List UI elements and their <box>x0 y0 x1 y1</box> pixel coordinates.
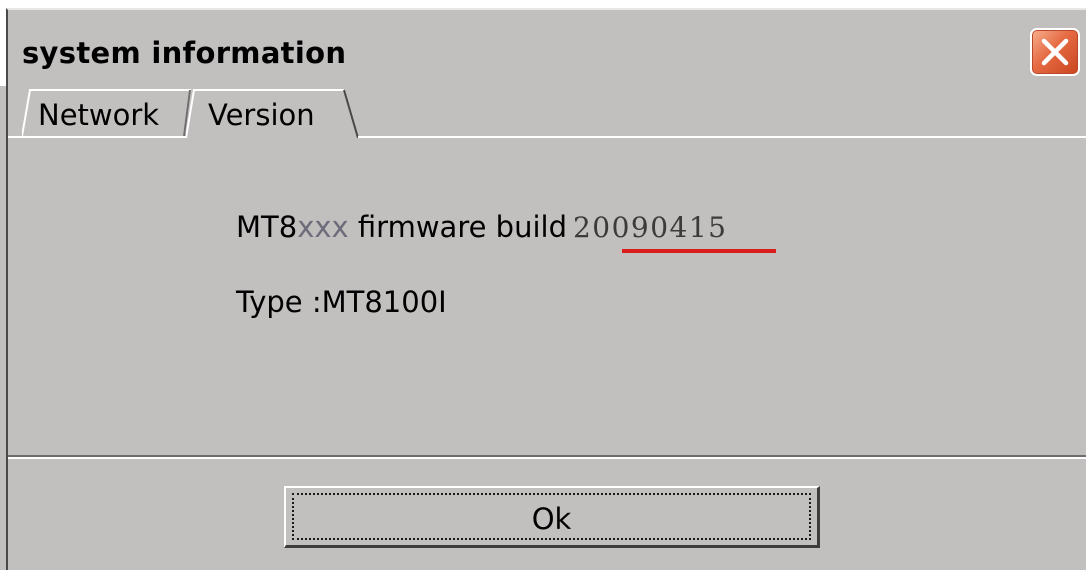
panel-border-top-right <box>358 136 1086 138</box>
firmware-prefix: MT8 <box>236 210 298 244</box>
firmware-model-suffix: xxx <box>297 210 349 244</box>
close-icon <box>1041 38 1069 66</box>
build-number-highlight-underline <box>622 249 776 253</box>
type-label: Type : <box>236 285 322 319</box>
tab-version-label: Version <box>208 98 315 132</box>
panel-border-bottom-highlight <box>8 457 1086 459</box>
tab-version[interactable]: Version <box>186 86 362 138</box>
build-number: 20090415 <box>572 211 728 244</box>
close-button[interactable] <box>1030 28 1080 76</box>
firmware-build-line: MT8xxx firmware build 20090415 <box>236 210 728 244</box>
ok-button-label: Ok <box>531 502 572 536</box>
type-line: Type :MT8100I <box>236 285 447 319</box>
ok-button[interactable]: Ok <box>284 486 820 548</box>
window-left-edge <box>6 86 8 570</box>
tab-network-label: Network <box>38 98 160 132</box>
title-bar: system information <box>0 0 1086 86</box>
system-information-dialog: system information Network Version MT8xx… <box>0 0 1086 570</box>
panel-border-top-left <box>8 136 186 138</box>
tab-network[interactable]: Network <box>22 86 192 136</box>
type-value: MT8100I <box>321 285 447 319</box>
window-title: system information <box>22 36 347 70</box>
firmware-label: firmware build <box>357 210 567 244</box>
